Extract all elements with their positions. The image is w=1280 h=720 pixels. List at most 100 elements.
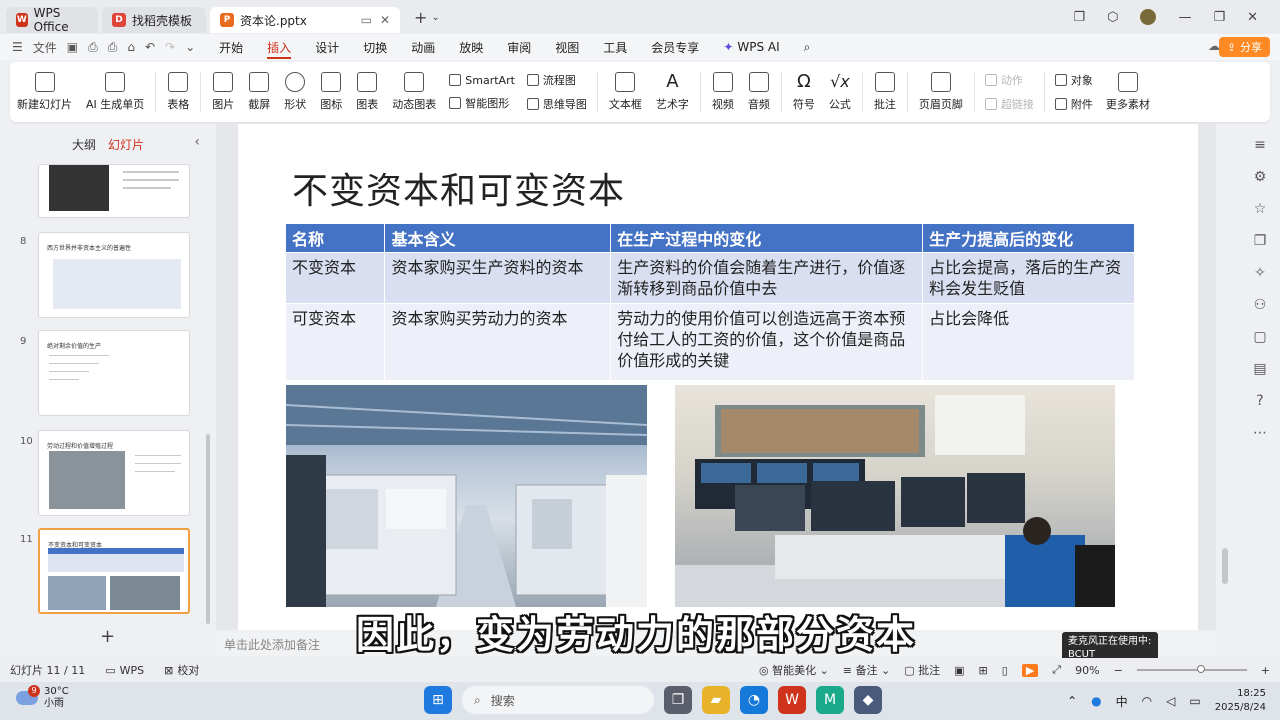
- menu-animation[interactable]: 动画: [399, 34, 447, 60]
- chart-button[interactable]: 图表: [349, 66, 385, 118]
- more-icon[interactable]: ⌄: [185, 40, 195, 54]
- attachment-button[interactable]: 附件: [1054, 96, 1093, 112]
- edge-browser-icon[interactable]: ◔: [740, 686, 768, 714]
- menu-design[interactable]: 设计: [303, 34, 351, 60]
- magic-icon[interactable]: ✧: [1252, 264, 1268, 282]
- comment-button[interactable]: 批注: [867, 66, 903, 118]
- menu-view[interactable]: 视图: [543, 34, 591, 60]
- table-cell[interactable]: 占比会降低: [922, 303, 1135, 380]
- print-icon[interactable]: ⎙: [108, 40, 118, 55]
- slide-thumbnail-active[interactable]: 不变资本和可变资本: [38, 528, 190, 614]
- m-app-icon[interactable]: M: [816, 686, 844, 714]
- table-cell[interactable]: 可变资本: [286, 303, 386, 380]
- tray-expand-icon[interactable]: ⌃: [1067, 694, 1077, 708]
- comments-toggle-button[interactable]: ▢ 批注: [904, 662, 940, 678]
- redo-icon[interactable]: ↷: [165, 40, 175, 54]
- ai-slide-button[interactable]: AI 生成单页: [79, 66, 151, 118]
- control-room-image[interactable]: [675, 385, 1115, 607]
- normal-view-icon[interactable]: ▣: [954, 664, 964, 677]
- table-header-cell[interactable]: 在生产过程中的变化: [610, 224, 924, 253]
- task-view-icon[interactable]: ❐: [664, 686, 692, 714]
- picture-button[interactable]: 图片: [205, 66, 241, 118]
- proofread-button[interactable]: ⊠ 校对: [154, 662, 209, 678]
- format-painter-icon[interactable]: ⌂: [127, 40, 135, 54]
- zoom-out-icon[interactable]: −: [1114, 664, 1123, 677]
- object-button[interactable]: 对象: [1054, 72, 1093, 88]
- table-cell[interactable]: 劳动力的使用价值可以创造远高于资本预付给工人的工资的价值，这个价值是商品价值形成…: [610, 303, 924, 380]
- minimize-icon[interactable]: —: [1178, 10, 1191, 25]
- new-tab-icon[interactable]: +: [414, 8, 427, 27]
- close-tab-icon[interactable]: ✕: [380, 13, 390, 27]
- tab-slides[interactable]: 幻灯片: [108, 136, 144, 153]
- avatar[interactable]: [1140, 9, 1157, 25]
- table-cell[interactable]: 资本家购买劳动力的资本: [384, 303, 612, 380]
- share-button[interactable]: ⇪ 分享: [1218, 37, 1270, 57]
- tab-wps-home[interactable]: W WPS Office: [6, 6, 98, 34]
- menu-tools[interactable]: 工具: [591, 34, 639, 60]
- save-icon[interactable]: ▣: [67, 40, 78, 54]
- wps-taskbar-icon[interactable]: W: [778, 686, 806, 714]
- tab-document[interactable]: P 资本论.pptx ▭ ✕: [210, 7, 400, 33]
- formula-button[interactable]: √x 公式: [822, 66, 858, 118]
- table-cell[interactable]: 占比会提高，落后的生产资料会发生贬值: [922, 252, 1135, 304]
- zoom-in-icon[interactable]: +: [1261, 664, 1270, 677]
- windows-start-icon[interactable]: ⊞: [424, 686, 452, 714]
- table-cell[interactable]: 不变资本: [286, 252, 386, 304]
- clock[interactable]: 18:25 2025/8/24: [1215, 687, 1266, 715]
- icon-button[interactable]: 图标: [313, 66, 349, 118]
- add-slide-icon[interactable]: +: [100, 626, 115, 647]
- zoom-level[interactable]: 90%: [1075, 664, 1099, 677]
- mindmap-button[interactable]: 思维导图: [526, 96, 587, 112]
- menu-review[interactable]: 审阅: [495, 34, 543, 60]
- monitor-icon[interactable]: ▭: [361, 13, 372, 27]
- table-cell[interactable]: 资本家购买生产资料的资本: [384, 252, 612, 304]
- slide-thumbnail[interactable]: 劳动过程和价值增殖过程: [38, 430, 190, 516]
- textbox-button[interactable]: 文本框: [602, 66, 649, 118]
- menu-wps-ai[interactable]: ✦ WPS AI: [711, 34, 791, 60]
- tab-list-chevron-icon[interactable]: ⌄: [431, 12, 439, 23]
- screenshot-button[interactable]: 截屏: [241, 66, 277, 118]
- microphone-icon[interactable]: ●: [1091, 694, 1101, 708]
- notes-toggle-button[interactable]: ≡ 备注 ⌄: [843, 662, 890, 678]
- header-footer-button[interactable]: 页眉页脚: [912, 66, 970, 118]
- search-icon[interactable]: ⌕: [792, 34, 823, 60]
- battery-icon[interactable]: ▭: [1189, 694, 1200, 708]
- taskbar-search[interactable]: ⌕ 搜索: [462, 686, 654, 714]
- file-explorer-icon[interactable]: ▰: [702, 686, 730, 714]
- cube-icon[interactable]: ⬡: [1107, 10, 1118, 25]
- menu-insert[interactable]: 插入: [255, 34, 303, 60]
- smartart-button[interactable]: SmartArt: [449, 74, 515, 87]
- book-icon[interactable]: ▤: [1252, 360, 1268, 378]
- slide-thumbnail[interactable]: 西方世界并非资本主义的普遍性: [38, 232, 190, 318]
- symbol-button[interactable]: Ω 符号: [786, 66, 822, 118]
- fit-window-icon[interactable]: ⤢: [1052, 663, 1061, 677]
- slide-thumbnail[interactable]: [38, 164, 190, 218]
- grid-view-icon[interactable]: ⊞: [979, 664, 988, 677]
- table-button[interactable]: 表格: [160, 66, 196, 118]
- more-materials-button[interactable]: 更多素材: [1099, 66, 1157, 118]
- flowchart-button[interactable]: 流程图: [526, 72, 587, 88]
- undo-icon[interactable]: ↶: [145, 40, 155, 54]
- shape-button[interactable]: 形状: [277, 66, 313, 118]
- export-icon[interactable]: ⎙: [88, 40, 98, 55]
- panel-scrollbar[interactable]: [206, 434, 210, 624]
- video-button[interactable]: 视频: [705, 66, 741, 118]
- slide-title[interactable]: 不变资本和可变资本: [292, 162, 625, 214]
- menu-slideshow[interactable]: 放映: [447, 34, 495, 60]
- table-cell[interactable]: 生产资料的价值会随着生产进行，价值逐渐转移到商品价值中去: [610, 252, 924, 304]
- menu-transition[interactable]: 切换: [351, 34, 399, 60]
- zoom-slider-knob[interactable]: [1196, 665, 1205, 673]
- close-window-icon[interactable]: ✕: [1247, 10, 1258, 25]
- audio-button[interactable]: 音频: [741, 66, 777, 118]
- hamburger-icon[interactable]: ☰: [12, 40, 23, 54]
- tab-template[interactable]: D 找稻壳模板: [102, 7, 206, 33]
- table-header-cell[interactable]: 生产力提高后的变化: [922, 224, 1135, 253]
- slide-canvas[interactable]: 不变资本和可变资本 名称 基本含义 在生产过程中的变化 生产力提高后的变化 不变…: [238, 124, 1198, 630]
- star-icon[interactable]: ☆: [1252, 200, 1268, 218]
- collapse-panel-icon[interactable]: ‹: [194, 134, 200, 150]
- settings-sliders-icon[interactable]: ⚙: [1252, 168, 1268, 186]
- volume-icon[interactable]: ◁: [1166, 694, 1175, 708]
- shirt-icon[interactable]: ⚇: [1252, 296, 1268, 314]
- action-button[interactable]: 动作: [984, 72, 1034, 88]
- reading-view-icon[interactable]: ▯: [1002, 664, 1008, 677]
